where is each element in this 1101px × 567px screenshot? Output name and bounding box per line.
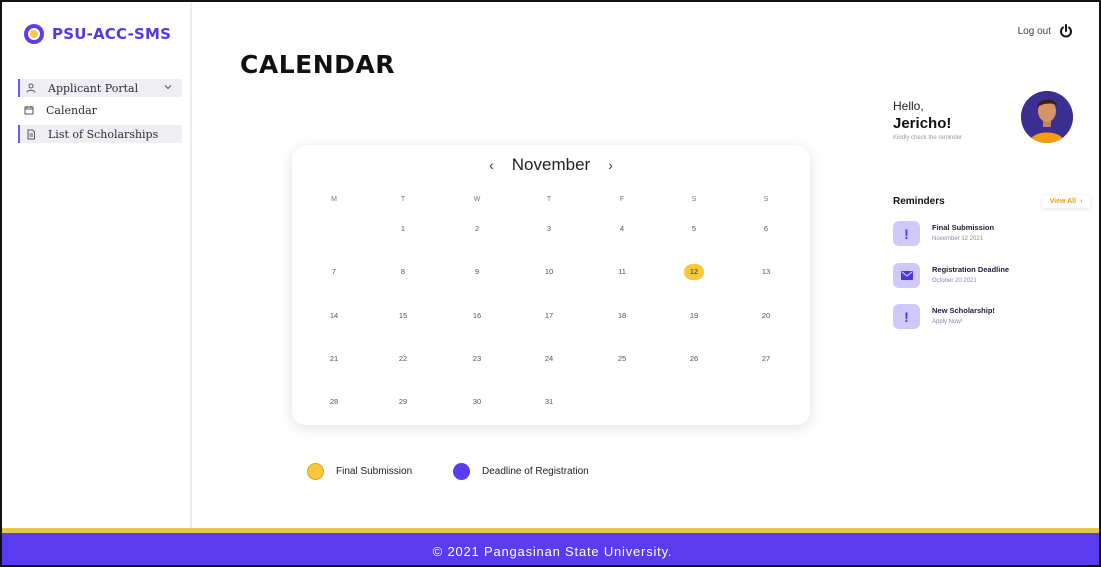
legend-dot-yellow [307, 463, 324, 480]
calendar-day[interactable]: 2 [467, 221, 487, 237]
avatar[interactable] [1021, 91, 1073, 143]
calendar-day[interactable]: 9 [467, 264, 487, 280]
calendar-day[interactable]: 16 [467, 308, 487, 324]
view-all-button[interactable]: View All › [1042, 195, 1090, 208]
exclamation-icon: ! [893, 304, 920, 329]
next-month-button[interactable]: › [608, 157, 613, 173]
legend-label: Deadline of Registration [482, 466, 589, 477]
view-all-label: View All [1049, 198, 1077, 205]
calendar-day[interactable]: 13 [756, 264, 776, 280]
legend-deadline-registration: Deadline of Registration [453, 463, 589, 480]
weekday-label: T [546, 196, 552, 203]
reminder-title: Registration Deadline [932, 265, 1010, 274]
footer: © 2021 Pangasinan State University. [2, 533, 1099, 565]
calendar-day[interactable]: 21 [324, 351, 344, 367]
reminder-subtitle: October 20 2021 [932, 278, 977, 284]
brand[interactable]: PSU-ACC-SMS [24, 24, 171, 44]
reminder-item[interactable]: ! Final Submission November 12 2021 [893, 221, 1093, 249]
reminder-item[interactable]: Registration Deadline October 20 2021 [893, 263, 1093, 291]
person-icon [1021, 91, 1073, 143]
weekday-label: M [331, 196, 337, 203]
sidebar-item-applicant-portal[interactable]: Applicant Portal [18, 79, 182, 97]
calendar-day[interactable]: 23 [467, 351, 487, 367]
user-icon [20, 83, 42, 93]
calendar-day[interactable]: 12 [684, 264, 704, 280]
exclamation-icon: ! [893, 221, 920, 246]
calendar-day[interactable]: 17 [539, 308, 559, 324]
sidebar-item-label: List of Scholarships [48, 127, 159, 141]
calendar-day[interactable]: 27 [756, 351, 776, 367]
calendar-day[interactable]: 6 [756, 221, 776, 237]
calendar-day[interactable]: 3 [539, 221, 559, 237]
sidebar: PSU-ACC-SMS Applicant Portal Calendar Li… [2, 2, 192, 528]
reminder-subtitle: November 12 2021 [932, 236, 984, 242]
weekday-label: S [691, 196, 697, 203]
calendar-day[interactable]: 7 [324, 264, 344, 280]
calendar-day[interactable]: 10 [539, 264, 559, 280]
calendar-day[interactable]: 30 [467, 394, 487, 410]
weekday-label: W [473, 196, 481, 203]
weekday-label: S [763, 196, 769, 203]
greeting-subtitle: Kindly check the reminder [893, 135, 963, 141]
calendar-day[interactable]: 20 [756, 308, 776, 324]
calendar-day[interactable]: 14 [324, 308, 344, 324]
weekday-label: T [400, 196, 406, 203]
calendar-day[interactable]: 26 [684, 351, 704, 367]
sidebar-item-list-of-scholarships[interactable]: List of Scholarships [18, 125, 182, 143]
legend-dot-purple [453, 463, 470, 480]
calendar-day[interactable]: 15 [393, 308, 413, 324]
university-logo-icon [24, 24, 44, 44]
reminders-title: Reminders [893, 196, 945, 207]
reminder-subtitle: Apply Now! [932, 319, 963, 325]
sidebar-item-calendar[interactable]: Calendar [18, 101, 182, 119]
calendar-day[interactable]: 1 [393, 221, 413, 237]
power-icon [1060, 24, 1072, 38]
prev-month-button[interactable]: ‹ [489, 157, 494, 173]
calendar-header: ‹ November › [292, 155, 810, 175]
calendar-day[interactable]: 11 [612, 264, 632, 280]
logout-label: Log out [1017, 25, 1051, 37]
logout-button[interactable]: Log out [1018, 24, 1073, 38]
calendar-day[interactable]: 18 [612, 308, 632, 324]
document-icon [20, 129, 42, 140]
footer-text: © 2021 Pangasinan State University. [432, 543, 673, 559]
sidebar-item-label: Calendar [46, 103, 97, 117]
calendar-day[interactable]: 5 [684, 221, 704, 237]
greeting-name: Jericho! [893, 115, 952, 132]
reminder-title: Final Submission [932, 223, 995, 232]
sidebar-item-label: Applicant Portal [48, 81, 139, 95]
calendar-day[interactable]: 19 [684, 308, 704, 324]
reminder-item[interactable]: ! New Scholarship! Apply Now! [893, 304, 1093, 332]
calendar-day[interactable]: 28 [324, 394, 344, 410]
calendar-day[interactable]: 22 [393, 351, 413, 367]
mail-icon [893, 263, 920, 288]
app-window: PSU-ACC-SMS Applicant Portal Calendar Li… [0, 0, 1101, 567]
chevron-right-icon: › [1080, 198, 1083, 205]
legend-label: Final Submission [336, 466, 413, 477]
reminder-title: New Scholarship! [932, 306, 995, 315]
calendar-day[interactable]: 4 [612, 221, 632, 237]
calendar-day[interactable]: 29 [393, 394, 413, 410]
greeting-hello: Hello, [893, 99, 924, 113]
calendar-day[interactable]: 24 [539, 351, 559, 367]
brand-name: PSU-ACC-SMS [52, 25, 172, 43]
chevron-down-icon[interactable] [164, 83, 182, 93]
weekday-label: F [619, 196, 625, 203]
calendar-day[interactable]: 8 [393, 264, 413, 280]
calendar-day[interactable]: 31 [539, 394, 559, 410]
calendar-widget: ‹ November › MTWTFSS 1 2 3 4 5 6 7 8 9 10 11 12 13 14… [292, 145, 810, 425]
legend-final-submission: Final Submission [307, 463, 412, 480]
calendar-icon [18, 105, 40, 115]
calendar-month: November [511, 155, 591, 174]
calendar-day[interactable]: 25 [612, 351, 632, 367]
page-title: CALENDAR [240, 50, 395, 79]
